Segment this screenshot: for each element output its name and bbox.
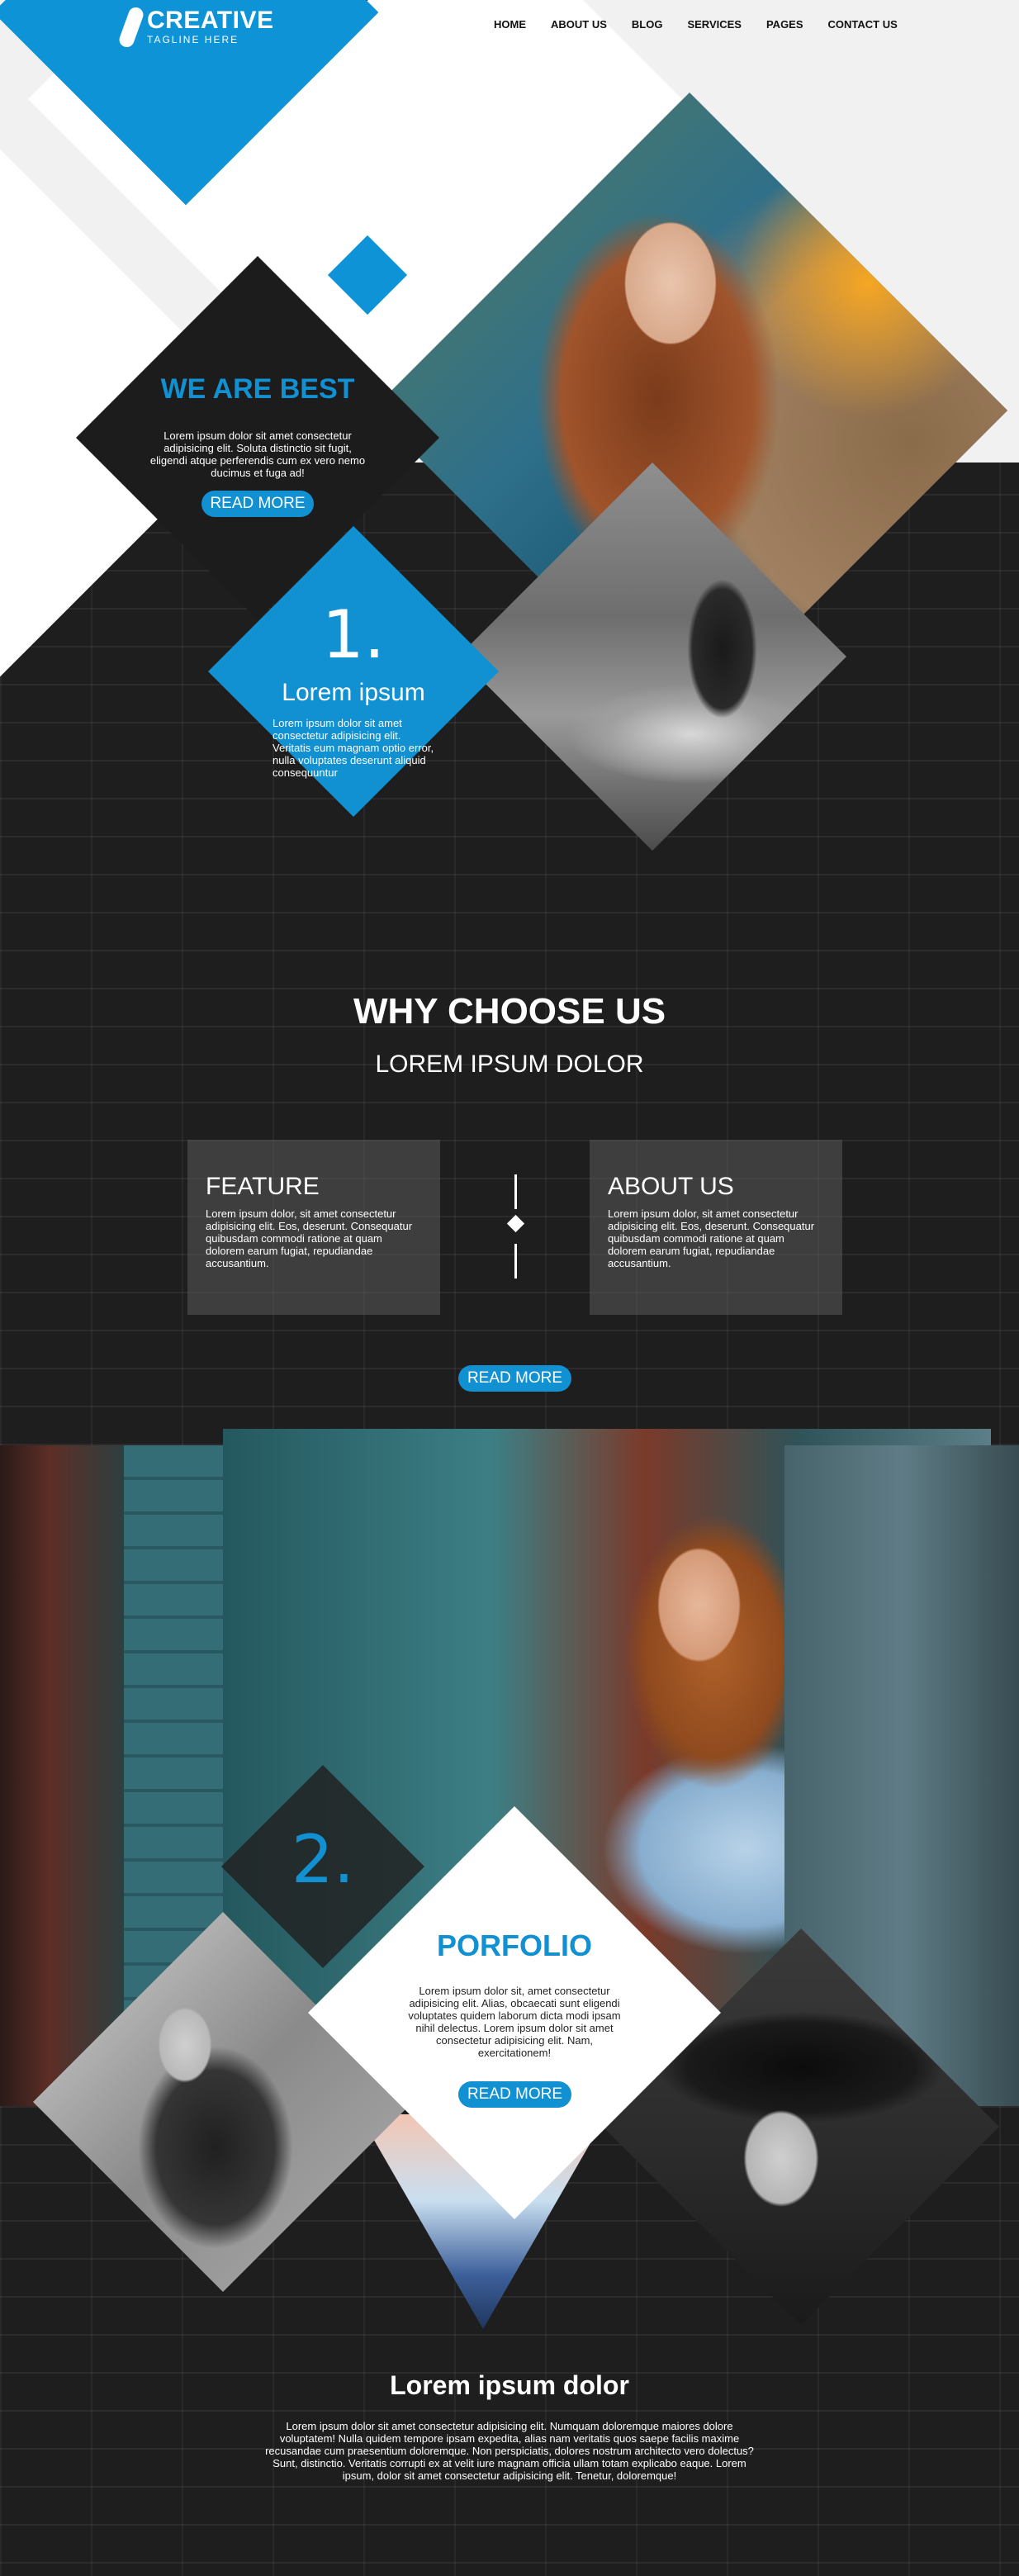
feature-card-text: Lorem ipsum dolor, sit amet consectetur … [206, 1207, 413, 1269]
about-us-card: ABOUT US Lorem ipsum dolor, sit amet con… [590, 1140, 842, 1315]
nav-services[interactable]: SERVICES [687, 18, 742, 31]
feature-one-text: Lorem ipsum dolor sit amet consectetur a… [273, 717, 434, 779]
feature-card: FEATURE Lorem ipsum dolor, sit amet cons… [187, 1140, 440, 1315]
nav-contact-us[interactable]: CONTACT US [828, 18, 898, 31]
why-choose-us-title: WHY CHOOSE US [353, 991, 666, 1032]
window-photo-left [0, 1445, 124, 2106]
divider-line-top [514, 1174, 517, 1209]
feature-card-title: FEATURE [206, 1173, 320, 1200]
logo-title: CREATIVE [147, 7, 274, 34]
nav-home[interactable]: HOME [494, 18, 526, 31]
why-read-more-button[interactable]: READ MORE [458, 1365, 571, 1392]
we-are-best-text: Lorem ipsum dolor sit amet consectetur a… [149, 429, 366, 479]
feature-one-number: 1. [321, 596, 386, 673]
logo-tagline: TAGLINE HERE [147, 34, 239, 45]
about-us-card-text: Lorem ipsum dolor, sit amet consectetur … [608, 1207, 815, 1269]
portfolio-number: 2. [291, 1821, 355, 1898]
portfolio-title: PORFOLIO [437, 1928, 592, 1962]
portfolio-read-more-button[interactable]: READ MORE [458, 2081, 571, 2108]
about-us-card-title: ABOUT US [608, 1173, 734, 1200]
feature-one-title: Lorem ipsum [282, 679, 425, 706]
we-are-best-title: WE ARE BEST [160, 373, 355, 405]
nav-pages[interactable]: PAGES [766, 18, 803, 31]
footer-text: Lorem ipsum dolor sit amet consectetur a… [265, 2420, 754, 2482]
portfolio-text: Lorem ipsum dolor sit, amet consectetur … [408, 1985, 621, 2059]
nav-about-us[interactable]: ABOUT US [551, 18, 607, 31]
footer-title: Lorem ipsum dolor [390, 2370, 629, 2400]
hero-read-more-button[interactable]: READ MORE [201, 491, 314, 517]
logo[interactable]: CREATIVE TAGLINE HERE [116, 5, 274, 50]
divider-line-bottom [514, 1244, 517, 1279]
main-nav: HOME ABOUT US BLOG SERVICES PAGES CONTAC… [494, 18, 898, 31]
nav-blog[interactable]: BLOG [632, 18, 663, 31]
why-choose-us-subtitle: LOREM IPSUM DOLOR [375, 1051, 644, 1078]
